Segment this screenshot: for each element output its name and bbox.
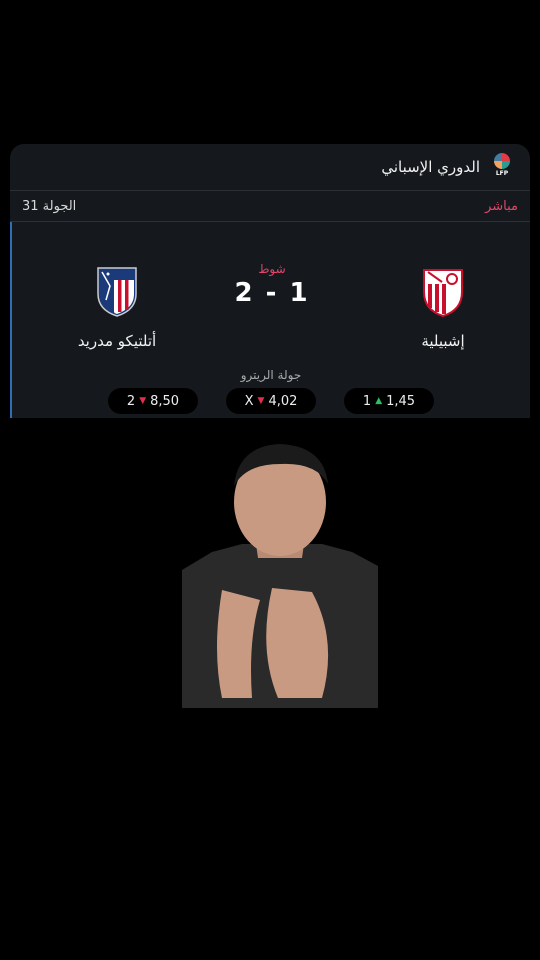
down-arrow-icon: ▼ bbox=[139, 396, 147, 406]
round-label: الجولة 31 bbox=[22, 198, 77, 214]
home-team[interactable]: إشبيلية bbox=[368, 266, 518, 350]
score: 2 - 1 bbox=[234, 278, 310, 308]
odd-away[interactable]: 2 ▼ 8,50 bbox=[108, 388, 198, 414]
odd-draw[interactable]: X ▼ 4,02 bbox=[226, 388, 316, 414]
sevilla-crest-icon bbox=[423, 269, 463, 318]
atletico-crest-icon bbox=[97, 267, 137, 317]
away-team[interactable]: أتلتيكو مدريد bbox=[42, 266, 192, 350]
card-header: الدوري الإسباني LFP bbox=[10, 144, 530, 191]
down-arrow-icon: ▼ bbox=[257, 396, 265, 406]
up-arrow-icon: ▲ bbox=[375, 396, 383, 406]
status-bar: الجولة 31 مباشر bbox=[10, 191, 530, 222]
live-badge: مباشر bbox=[485, 198, 518, 214]
home-team-name: إشبيلية bbox=[421, 332, 465, 350]
match-body: إشبيلية شوط 2 - 1 أتلتيكو مدريد جولة الر… bbox=[10, 222, 530, 418]
person-cutout-image bbox=[182, 444, 378, 708]
match-card[interactable]: الدوري الإسباني LFP الجولة 31 مباشر إشبي… bbox=[10, 144, 530, 418]
away-team-name: أتلتيكو مدريد bbox=[77, 332, 157, 350]
odd-home[interactable]: 1 ▲ 1,45 bbox=[344, 388, 434, 414]
league-title: الدوري الإسباني bbox=[381, 158, 480, 176]
score-center: شوط 2 - 1 bbox=[202, 262, 342, 308]
odds-round-label: جولة الريترو bbox=[240, 368, 302, 382]
period-label: شوط bbox=[258, 262, 286, 276]
laliga-logo-icon: LFP bbox=[490, 153, 514, 181]
odds-row: 2 ▼ 8,50 X ▼ 4,02 1 ▲ 1,45 bbox=[108, 388, 434, 414]
